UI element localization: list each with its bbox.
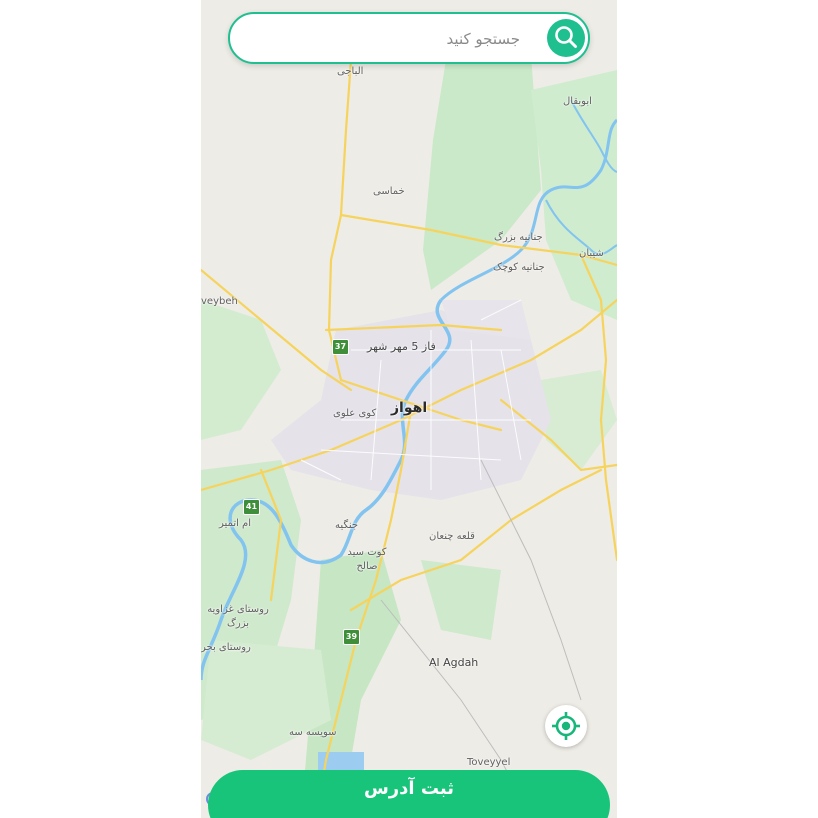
search-input[interactable] bbox=[248, 20, 522, 58]
map-label-ahvaz: اهواز bbox=[391, 400, 428, 416]
search-icon bbox=[555, 26, 577, 48]
map-label-toveyyel: Toveyyel bbox=[467, 757, 511, 768]
road-shield-39: 39 bbox=[343, 629, 360, 645]
locate-me-button[interactable] bbox=[545, 705, 587, 747]
map-label-abubaqal: ابوبقال bbox=[563, 96, 592, 107]
map-label-kut-seyed-saleh: کوت سید صالح bbox=[347, 547, 387, 572]
map-label-al-agdah: Al Agdah bbox=[429, 656, 479, 669]
map-screen: الباجی ابوبقال خماسی جنانیه بزرگ جنانیه … bbox=[201, 0, 617, 818]
map-label-jangiyeh: جنگیه bbox=[335, 520, 359, 531]
search-bar bbox=[228, 12, 590, 64]
map-label-veybeh: veybeh bbox=[201, 296, 238, 307]
map-label-sheyban: شیبان bbox=[579, 248, 604, 259]
map-label-qaleh-chanan: قلعه چنعان bbox=[429, 531, 475, 542]
map-label-rusta-ghazaviyeh: روستای غزاویه بزرگ bbox=[207, 604, 269, 629]
map-label-jenaniye-bozorg: جنانیه بزرگ bbox=[494, 232, 543, 243]
map-label-faz5: فاز 5 مهر شهر bbox=[367, 340, 436, 353]
map-label-kuy-alavi: کوی علوی bbox=[333, 408, 377, 419]
map-label-rusta-bahr: روستای بحر bbox=[201, 642, 251, 653]
map-label-jenaniye-kuchek: جنانیه کوچک bbox=[493, 262, 545, 273]
road-shield-41: 41 bbox=[243, 499, 260, 515]
submit-address-button[interactable]: ثبت آدرس bbox=[208, 770, 610, 818]
crosshair-locate-icon bbox=[552, 712, 580, 740]
search-button[interactable] bbox=[547, 19, 585, 57]
road-shield-37: 37 bbox=[332, 339, 349, 355]
map-label-khamasi: خماسی bbox=[373, 186, 405, 197]
map-label-albaji: الباجی bbox=[337, 66, 364, 77]
submit-address-label: ثبت آدرس bbox=[363, 778, 455, 799]
map-label-om-otmir: ام اتمیر bbox=[219, 518, 252, 529]
map-label-sovayseh: سویسه سه bbox=[289, 727, 337, 738]
